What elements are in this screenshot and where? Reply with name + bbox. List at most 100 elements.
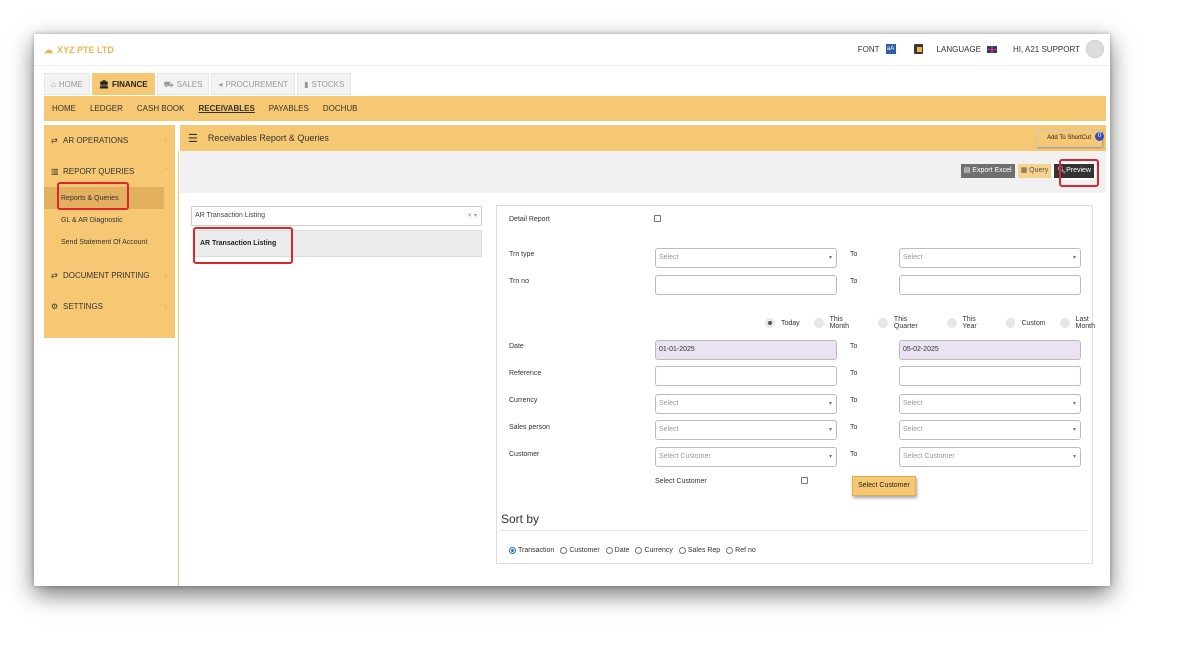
detail-report-checkbox[interactable]	[654, 215, 661, 222]
sales-person-to-select[interactable]: Select	[899, 420, 1081, 440]
sidebar-item-document-printing[interactable]: ⇄ DOCUMENT PRINTING ›	[44, 260, 175, 291]
module-tabs: ⌂ HOME 🏛 FINANCE ⛟ SALES ◂ PROCUREMENT ▮ STOC…	[44, 73, 353, 95]
radio-label: Transaction	[518, 547, 555, 554]
sidebar-item-report-queries[interactable]: ▥ REPORT QUERIES ˆ	[44, 156, 175, 187]
add-to-shortcut-button[interactable]: Add To ShortCut 0	[1036, 130, 1104, 147]
customer-to-select[interactable]: Select Customer	[899, 447, 1081, 467]
radio-today[interactable]	[765, 318, 775, 328]
sort-by-heading: Sort by	[501, 512, 540, 526]
tab-sales-label: SALES	[176, 80, 203, 89]
sort-radio-currency[interactable]	[635, 547, 643, 554]
tag-icon: ◂	[218, 80, 223, 89]
sort-radio-transaction[interactable]	[509, 547, 516, 554]
tab-finance-label: FINANCE	[112, 80, 148, 89]
customer-from-select[interactable]: Select Customer	[655, 447, 837, 467]
tab-stocks-label: STOCKS	[311, 80, 345, 89]
language-label: LANGUAGE	[936, 44, 981, 54]
submenu-ledger[interactable]: LEDGER	[90, 104, 123, 113]
export-excel-button[interactable]: ▤ Export Excel	[960, 164, 1015, 178]
select-customer-button[interactable]: Select Customer	[852, 476, 916, 496]
submenu-cash-book[interactable]: CASH BOOK	[137, 104, 185, 113]
radio-label: Date	[614, 547, 630, 554]
radio-label: Today	[780, 319, 800, 327]
bar-chart-icon: ▮	[304, 80, 309, 89]
tab-procurement[interactable]: ◂ PROCUREMENT	[211, 73, 296, 95]
tab-sales[interactable]: ⛟ SALES	[156, 73, 210, 95]
user-greeting: HI, A21 SUPPORT	[1013, 44, 1080, 54]
sales-person-from-select[interactable]: Select	[655, 420, 837, 440]
avatar[interactable]	[1086, 40, 1104, 58]
radio-this-year[interactable]	[946, 318, 957, 328]
sidebar-item-send-statement[interactable]: Send Statement Of Account	[44, 231, 175, 253]
page-title: Receivables Report & Queries	[207, 133, 329, 143]
bar-chart-icon: ▥	[51, 167, 59, 176]
submenu-receivables[interactable]: RECEIVABLES	[198, 104, 254, 113]
sales-person-label: Sales person	[509, 424, 550, 431]
bank-icon: 🏛	[98, 80, 109, 89]
chevron-right-icon: ›	[164, 136, 167, 145]
home-icon: ⌂	[51, 80, 56, 89]
reference-from-input[interactable]	[655, 366, 837, 386]
brand-name: XYZ PTE LTD	[57, 45, 114, 55]
date-from-input[interactable]: 01-01-2025	[655, 340, 837, 360]
brand[interactable]: ☁ XYZ PTE LTD	[44, 45, 114, 56]
sidebar-item-label: REPORT QUERIES	[63, 167, 135, 176]
currency-from-select[interactable]: Select	[655, 394, 837, 414]
radio-this-month[interactable]	[813, 318, 824, 328]
query-button[interactable]: ▦ Query	[1017, 164, 1052, 178]
cart-icon: ⛟	[163, 80, 174, 89]
trn-no-from-input[interactable]	[655, 275, 837, 295]
detail-report-label: Detail Report	[509, 216, 550, 223]
excel-icon: ▤	[963, 167, 973, 174]
reference-to-input[interactable]	[899, 366, 1081, 386]
submenu-payables[interactable]: PAYABLES	[269, 104, 309, 113]
radio-label: Custom	[1021, 319, 1046, 327]
currency-to-select[interactable]: Select	[899, 394, 1081, 414]
trn-type-from-select[interactable]: Select	[655, 248, 837, 268]
date-label: Date	[509, 343, 524, 350]
radio-last-month[interactable]	[1059, 318, 1070, 328]
radio-custom[interactable]	[1005, 318, 1016, 328]
translate-icon[interactable]	[913, 44, 923, 54]
trn-no-to-input[interactable]	[899, 275, 1081, 295]
preview-button[interactable]: 🔍︎Preview	[1052, 162, 1096, 180]
divider	[501, 530, 1087, 531]
tab-home[interactable]: ⌂ HOME	[44, 73, 90, 95]
tab-home-label: HOME	[58, 80, 83, 89]
submenu-home[interactable]: HOME	[52, 104, 76, 113]
sidebar-item-settings[interactable]: ⚙ SETTINGS ›	[44, 291, 175, 322]
report-select[interactable]: AR Transaction Listing ✕ ▾	[191, 206, 482, 226]
sort-radio-ref-no[interactable]	[726, 547, 734, 554]
search-icon: 🔍︎	[1057, 167, 1067, 174]
sidebar-item-gl-ar-diagnostic[interactable]: GL & AR Diagnostic	[44, 209, 175, 231]
exchange-icon: ⇄	[51, 271, 58, 280]
radio-label: This Quarter	[893, 316, 918, 330]
cloud-icon: ☁	[44, 45, 53, 55]
sort-radio-customer[interactable]	[560, 547, 568, 554]
sidebar-item-label: AR OPERATIONS	[63, 136, 129, 145]
font-size-icon[interactable]: aA	[885, 44, 896, 54]
select-customer-check-label: Select Customer	[655, 478, 707, 485]
to-label: To	[850, 397, 858, 404]
radio-this-quarter[interactable]	[877, 318, 888, 328]
uk-flag-icon[interactable]	[987, 45, 997, 53]
clear-icon[interactable]: ✕ ▾	[467, 207, 477, 225]
trn-type-to-select[interactable]: Select	[899, 248, 1081, 268]
radio-label: Customer	[569, 547, 600, 554]
tab-stocks[interactable]: ▮ STOCKS	[297, 73, 352, 95]
date-to-input[interactable]: 05-02-2025	[899, 340, 1081, 360]
list-item[interactable]: AR Transaction Listing	[193, 230, 482, 257]
chevron-right-icon: ›	[164, 302, 167, 311]
sidebar-item-reports-queries[interactable]: Reports & Queries	[44, 187, 164, 209]
sidebar-item-ar-operations[interactable]: ⇄ AR OPERATIONS ›	[44, 125, 175, 156]
select-customer-checkbox[interactable]	[801, 477, 808, 484]
to-label: To	[850, 451, 858, 458]
currency-label: Currency	[509, 397, 538, 404]
radio-label: Last Month	[1075, 316, 1096, 330]
sort-radio-date[interactable]	[605, 547, 613, 554]
submenu-dochub[interactable]: DOCHUB	[323, 104, 358, 113]
tab-finance[interactable]: 🏛 FINANCE	[91, 73, 155, 95]
to-label: To	[850, 251, 858, 258]
menu-icon[interactable]: ☰	[188, 132, 198, 145]
sort-radio-sales-rep[interactable]	[678, 547, 686, 554]
